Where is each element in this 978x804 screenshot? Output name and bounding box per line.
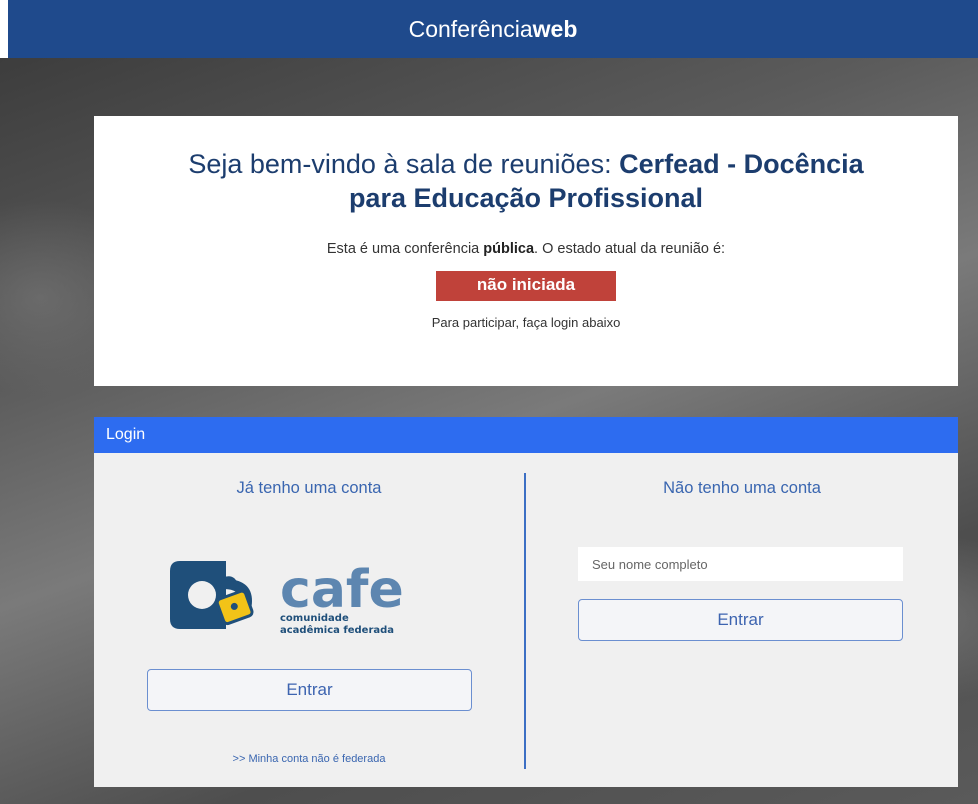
federated-login-column: Já tenho uma conta cafe comunidade acadê…: [94, 453, 524, 787]
login-hint: Para participar, faça login abaixo: [431, 315, 621, 330]
federated-login-button[interactable]: Entrar: [147, 669, 472, 711]
guest-login-button[interactable]: Entrar: [578, 599, 903, 641]
cafe-subtitle-2: acadêmica federada: [280, 624, 394, 636]
has-account-title: Já tenho uma conta: [236, 479, 382, 497]
brand-logo[interactable]: Conferênciaweb: [409, 16, 578, 43]
page-title: Seja bem-vindo à sala de reuniões: Cerfe…: [184, 147, 868, 215]
welcome-panel: Seja bem-vindo à sala de reuniões: Cerfe…: [94, 116, 958, 386]
status-line: Esta é uma conferência pública. O estado…: [94, 241, 958, 257]
brand-light-text: Conferência: [408, 15, 533, 42]
no-account-title: Não tenho uma conta: [663, 479, 821, 497]
guest-login-column: Não tenho uma conta Entrar: [526, 453, 958, 787]
brand-bold-text: web: [532, 15, 578, 42]
conference-type: pública: [483, 241, 535, 257]
top-bar: Conferênciaweb: [8, 0, 978, 58]
non-federated-account-link[interactable]: >> Minha conta não é federada: [94, 753, 524, 765]
status-badge: não iniciada: [436, 271, 616, 301]
login-panel: Login Já tenho uma conta cafe comunidade…: [94, 417, 958, 787]
mug-hole: [188, 581, 216, 609]
status-prefix: Esta é uma conferência: [326, 241, 480, 257]
cafe-wordmark: cafe: [280, 560, 404, 620]
full-name-input[interactable]: [578, 547, 903, 581]
cafe-logo[interactable]: cafe comunidade acadêmica federada: [168, 557, 418, 641]
cafe-subtitle-1: comunidade: [280, 613, 349, 624]
title-prefix: Seja bem-vindo à sala de reuniões:: [188, 149, 612, 179]
status-suffix: . O estado atual da reunião é:: [534, 241, 726, 257]
login-header: Login: [94, 417, 958, 453]
